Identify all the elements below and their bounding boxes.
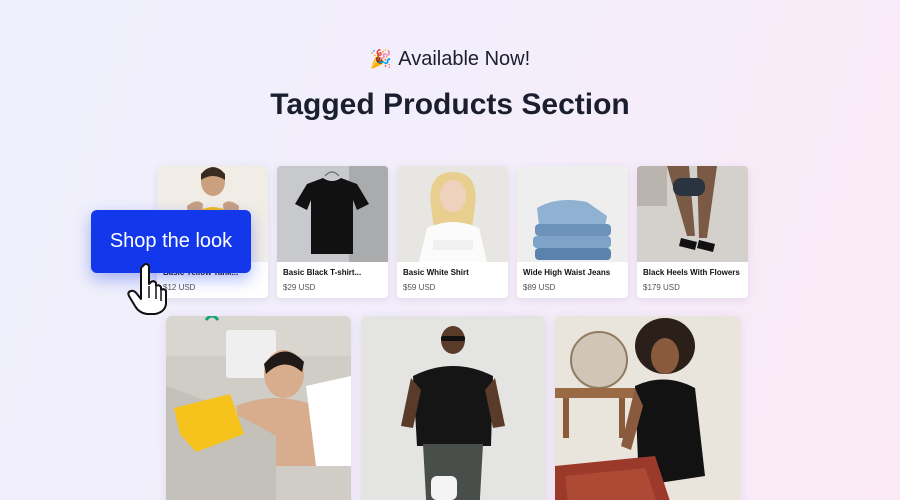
party-popper-icon: 🎉 — [369, 49, 393, 69]
product-image — [517, 166, 628, 262]
lifestyle-photo-black-tshirt[interactable] — [361, 316, 546, 500]
product-price: $179 USD — [643, 283, 680, 292]
shop-the-look-button[interactable]: Shop the look — [91, 210, 251, 273]
product-image — [397, 166, 508, 262]
availability-badge: 🎉 Available Now! — [0, 48, 900, 71]
product-image — [637, 166, 748, 262]
product-card-black-tshirt[interactable]: Basic Black T-shirt... $29 USD — [277, 166, 388, 298]
page-title: Tagged Products Section — [270, 88, 630, 121]
product-price: $89 USD — [523, 283, 556, 292]
product-card-heels[interactable]: Black Heels With Flowers $179 USD — [637, 166, 748, 298]
product-name: Basic White Shirt — [403, 268, 469, 277]
product-card-jeans[interactable]: Wide High Waist Jeans $89 USD — [517, 166, 628, 298]
product-price: $29 USD — [283, 283, 316, 292]
product-name: Basic Black T-shirt... — [283, 268, 362, 277]
product-name: Wide High Waist Jeans — [523, 268, 611, 277]
product-name: Black Heels With Flowers — [643, 268, 740, 277]
product-card-white-shirt[interactable]: Basic White Shirt $59 USD — [397, 166, 508, 298]
availability-text: Available Now! — [398, 48, 531, 70]
product-image — [277, 166, 388, 262]
hand-pointer-icon — [127, 263, 167, 315]
lifestyle-photo-yellow-tank[interactable] — [166, 316, 351, 500]
product-price: $59 USD — [403, 283, 436, 292]
lifestyle-photo-black-dress[interactable] — [555, 316, 740, 500]
